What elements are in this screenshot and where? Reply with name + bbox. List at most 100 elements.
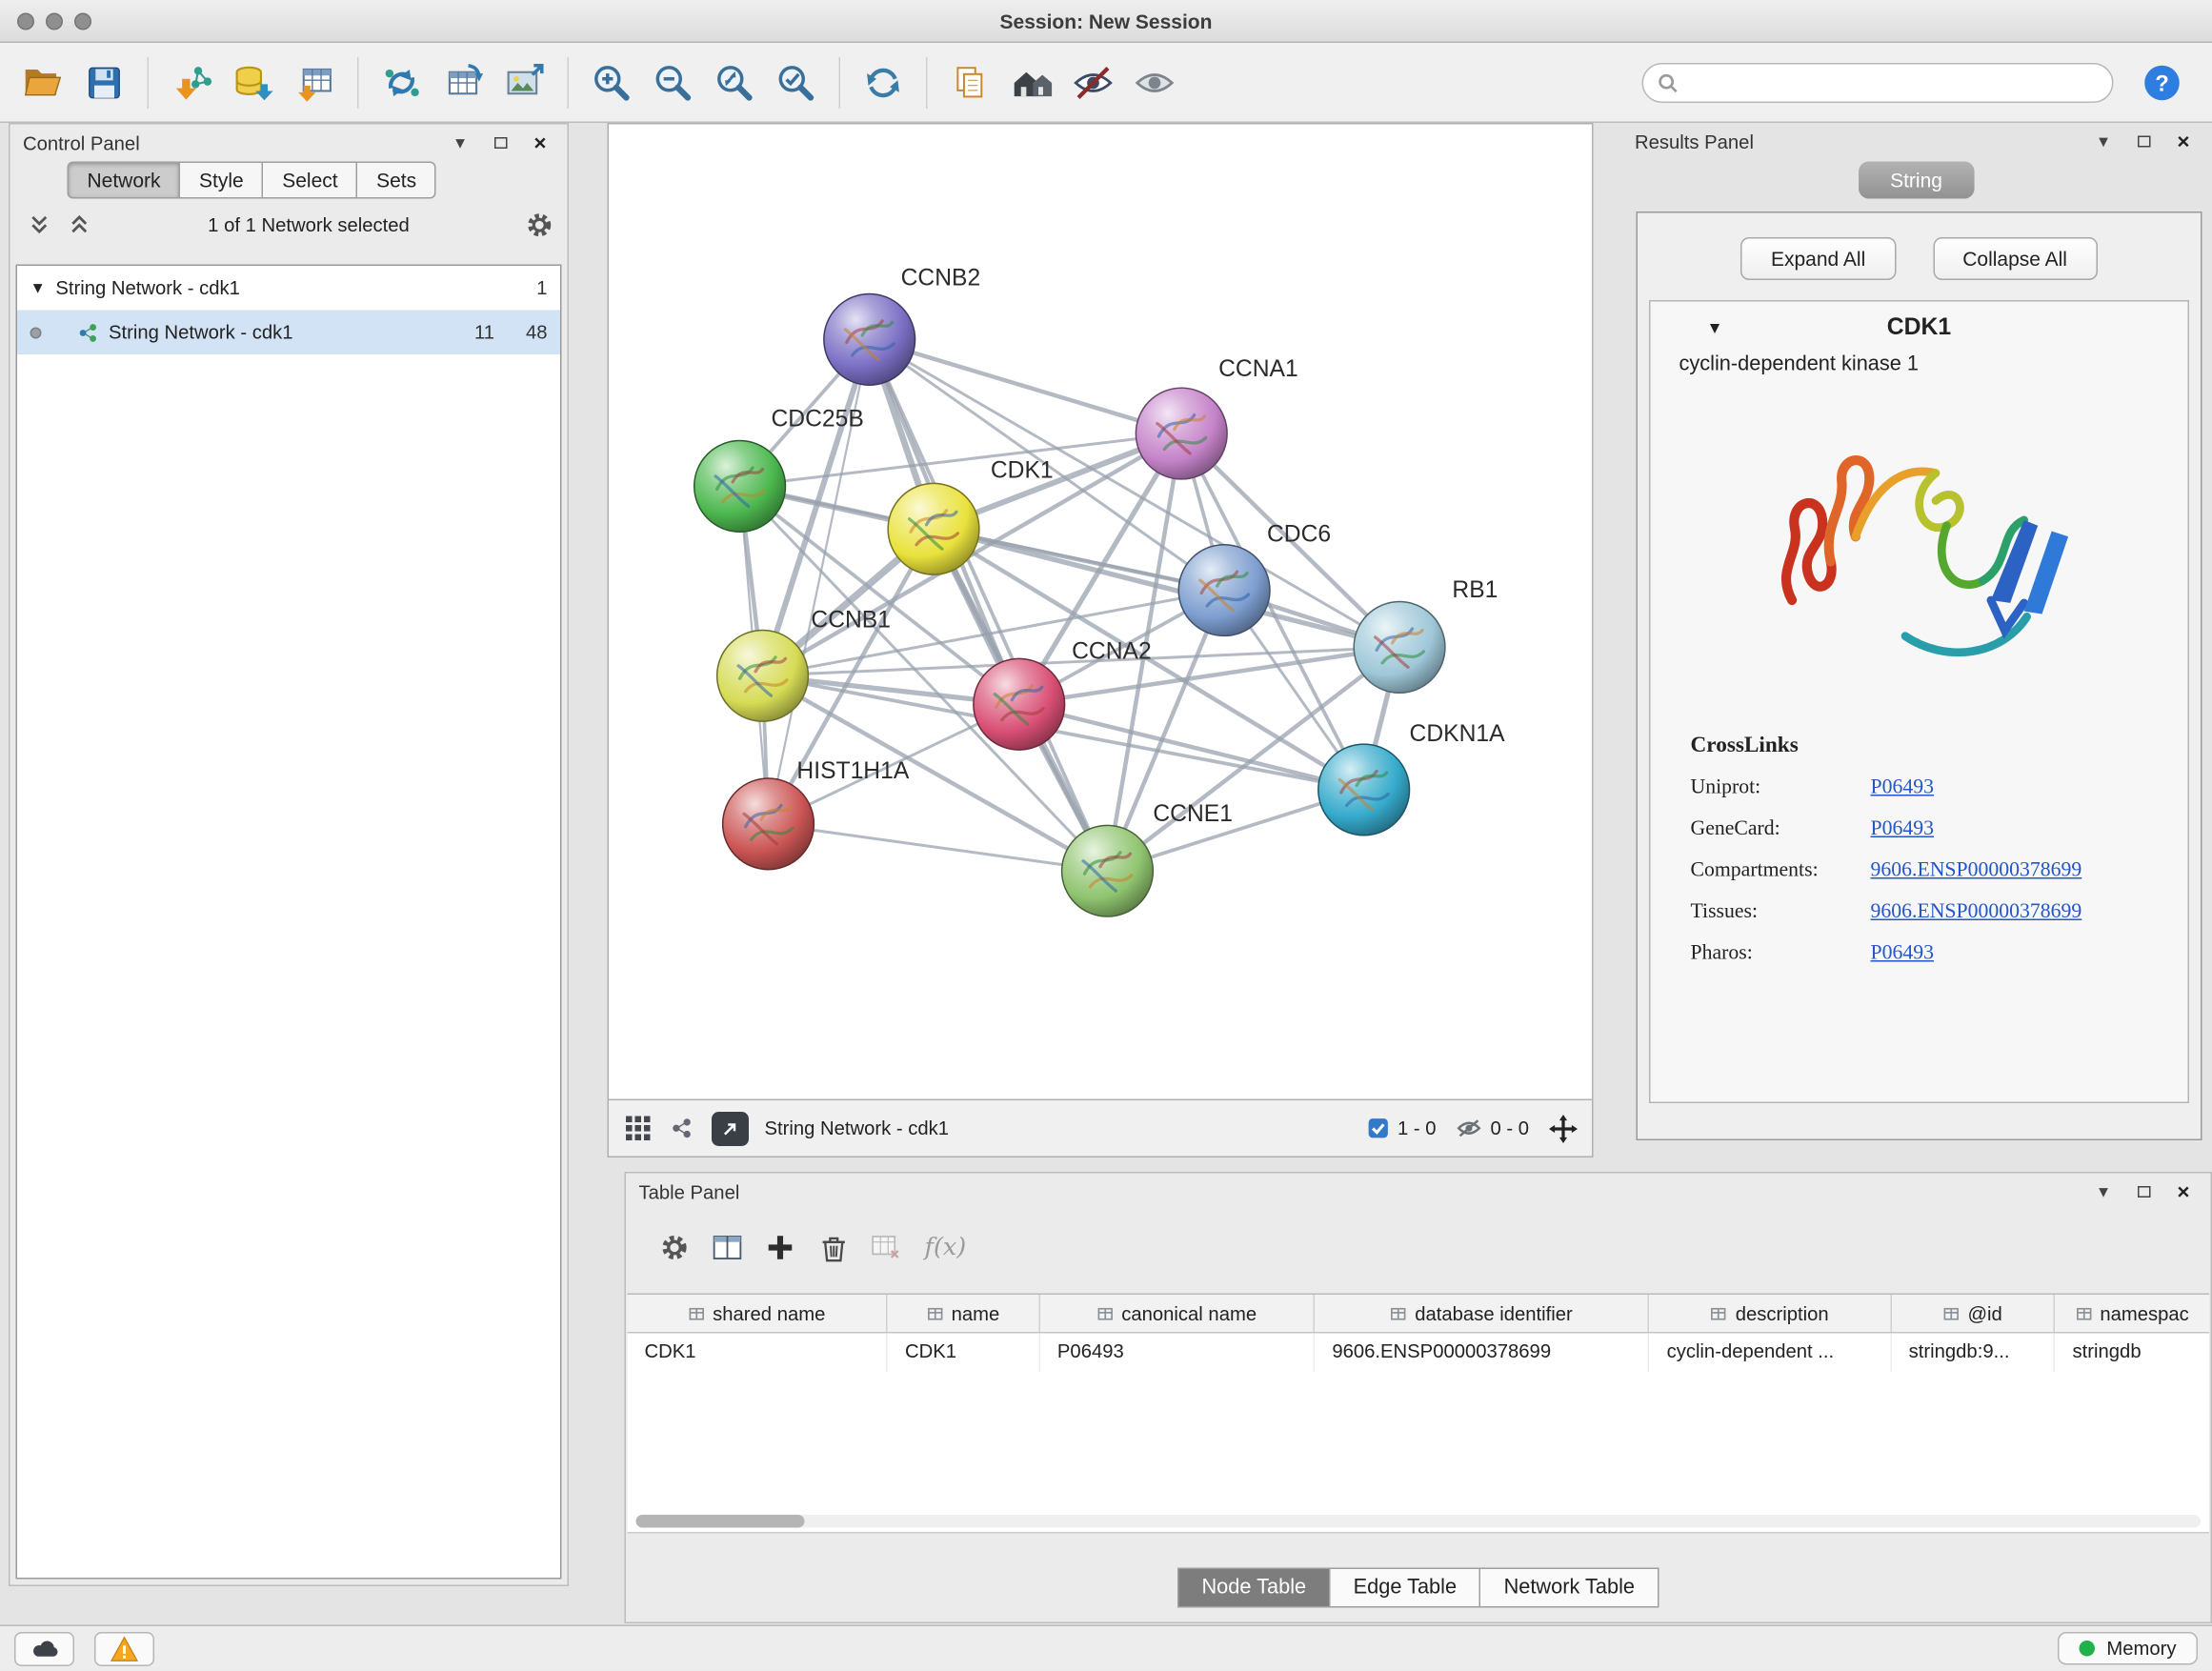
node-label-CDC6: CDC6 [1267, 522, 1331, 548]
zoom-out-button[interactable] [645, 50, 702, 113]
import-network-from-database-button[interactable] [225, 50, 282, 113]
column-header-id[interactable]: @id [1892, 1295, 2056, 1332]
table-panel-menu-button[interactable]: ▾ [2089, 1178, 2118, 1206]
column-header-canonical-name[interactable]: canonical name [1040, 1295, 1315, 1332]
results-panel-float-button[interactable] [2129, 128, 2158, 156]
tab-style[interactable]: Style [181, 162, 264, 199]
memory-label: Memory [2106, 1638, 2176, 1660]
column-header-database-identifier[interactable]: database identifier [1315, 1295, 1649, 1332]
crosslink-label: GeneCard: [1691, 817, 1871, 842]
network-canvas[interactable]: CCNB2CCNA1CDC25BCDK1CDC6RB1CCNB1CCNA2CDK… [608, 123, 1594, 1100]
tab-node-table[interactable]: Node Table [1177, 1568, 1331, 1608]
network-overview-share-icon[interactable] [668, 1114, 696, 1142]
cloud-button[interactable] [14, 1631, 74, 1665]
hidden-eye-slash-icon[interactable] [1456, 1117, 1481, 1139]
close-window-button[interactable] [17, 12, 34, 30]
new-table-button[interactable] [434, 50, 492, 113]
crosslink-tissues-link[interactable]: 9606.ENSP00000378699 [1871, 900, 2082, 925]
open-in-new-window-button[interactable] [712, 1111, 749, 1145]
network-edge-HIST1H1A-CCNE1[interactable] [769, 824, 1108, 871]
pan-move-icon[interactable] [1549, 1114, 1578, 1142]
copy-button[interactable] [942, 50, 999, 113]
column-header-description[interactable]: description [1650, 1295, 1892, 1332]
crosslink-compartments-link[interactable]: 9606.ENSP00000378699 [1871, 859, 2082, 884]
zoom-in-button[interactable] [583, 50, 640, 113]
results-panel-menu-button[interactable]: ▾ [2089, 128, 2118, 156]
tab-select[interactable]: Select [264, 162, 358, 199]
network-edge-CCNB2-CCNA1[interactable] [870, 339, 1182, 433]
gene-section-header[interactable]: ▾ CDK1 [1651, 302, 2188, 353]
tab-string[interactable]: String [1859, 162, 1974, 199]
export-image-button[interactable] [496, 50, 553, 113]
memory-button[interactable]: Memory [2058, 1632, 2198, 1665]
home-houses-icon [1011, 61, 1054, 104]
zoom-selected-button[interactable] [768, 50, 825, 113]
zoom-window-button[interactable] [74, 12, 91, 30]
node-label-CCNB1: CCNB1 [811, 607, 891, 633]
column-header-name[interactable]: name [888, 1295, 1040, 1332]
node-label-CCNB2: CCNB2 [901, 266, 981, 292]
column-header-namespace[interactable]: namespac [2056, 1295, 2209, 1332]
results-panel-close-button[interactable]: × [2169, 128, 2198, 156]
tab-network-table[interactable]: Network Table [1481, 1568, 1659, 1608]
crosslink-genecard-link[interactable]: P06493 [1871, 817, 1934, 842]
crosslink-uniprot-link[interactable]: P06493 [1871, 776, 1934, 801]
network-node-CDKN1A[interactable]: CDKN1A [1318, 721, 1505, 836]
selected-checkbox-icon[interactable] [1367, 1117, 1389, 1139]
open-folder-icon [22, 61, 65, 104]
tab-edge-table[interactable]: Edge Table [1331, 1568, 1481, 1608]
delete-column-trash-icon[interactable] [819, 1234, 848, 1262]
column-header-shared-name[interactable]: shared name [628, 1295, 889, 1332]
tab-sets[interactable]: Sets [358, 162, 437, 199]
search-box [1642, 62, 2114, 102]
network-node-HIST1H1A[interactable]: HIST1H1A [723, 758, 910, 870]
table-panel-float-button[interactable] [2129, 1178, 2158, 1206]
show-columns-icon[interactable] [714, 1234, 742, 1262]
home-button[interactable] [1003, 50, 1060, 113]
expand-all-button[interactable]: Expand All [1740, 237, 1895, 280]
network-options-gear-icon[interactable] [525, 211, 553, 239]
cell-database-identifier: 9606.ENSP00000378699 [1315, 1334, 1649, 1373]
gene-disclosure-icon[interactable]: ▾ [1711, 317, 1719, 337]
crosslink-row: GeneCard: P06493 [1691, 809, 2188, 851]
table-panel-close-button[interactable]: × [2169, 1178, 2198, 1206]
zoom-fit-button[interactable] [706, 50, 763, 113]
collapse-all-button[interactable]: Collapse All [1933, 237, 2098, 280]
warnings-button[interactable] [94, 1631, 154, 1665]
expand-all-networks-icon[interactable] [25, 211, 53, 239]
show-all-button[interactable] [1126, 50, 1183, 113]
column-type-icon [1391, 1305, 1407, 1321]
network-node-CCNE1[interactable]: CCNE1 [1062, 801, 1233, 916]
network-row-selected[interactable]: String Network - cdk1 11 48 [17, 311, 560, 355]
network-node-RB1[interactable]: RB1 [1354, 577, 1498, 693]
network-node-CCNA1[interactable]: CCNA1 [1136, 356, 1297, 479]
scrollbar-thumb[interactable] [636, 1515, 805, 1528]
refresh-view-button[interactable] [855, 50, 912, 113]
network-edge-CCNB2-CCNE1[interactable] [870, 339, 1108, 871]
birds-eye-grid-icon[interactable] [623, 1114, 652, 1142]
control-panel-float-button[interactable] [486, 129, 514, 157]
hide-selected-button[interactable] [1065, 50, 1122, 113]
new-network-button[interactable] [373, 50, 431, 113]
network-collection-row[interactable]: ▼ String Network - cdk1 1 [17, 266, 560, 311]
collection-disclosure-icon[interactable]: ▼ [30, 279, 46, 296]
import-table-from-file-button[interactable] [286, 50, 343, 113]
search-input[interactable] [1688, 71, 2099, 93]
open-session-button[interactable] [14, 50, 71, 113]
save-session-button[interactable] [76, 50, 133, 113]
function-builder-icon[interactable]: f(x) [925, 1234, 967, 1262]
table-options-gear-icon[interactable] [660, 1234, 689, 1262]
collapse-all-networks-icon[interactable] [65, 211, 93, 239]
control-panel-menu-button[interactable]: ▾ [446, 129, 474, 157]
control-panel-close-button[interactable]: × [526, 129, 554, 157]
add-column-plus-icon[interactable] [766, 1234, 794, 1262]
table-row[interactable]: CDK1 CDK1 P06493 9606.ENSP00000378699 cy… [628, 1334, 2210, 1373]
network-node-CDC25B[interactable]: CDC25B [694, 407, 864, 533]
tab-network[interactable]: Network [68, 162, 181, 199]
minimize-window-button[interactable] [46, 12, 63, 30]
horizontal-scrollbar[interactable] [636, 1515, 2202, 1528]
import-network-from-file-button[interactable] [163, 50, 220, 113]
crosslink-pharos-link[interactable]: P06493 [1871, 942, 1934, 967]
help-button[interactable]: ? [2141, 61, 2183, 104]
network-node-CCNB1[interactable]: CCNB1 [717, 607, 891, 721]
